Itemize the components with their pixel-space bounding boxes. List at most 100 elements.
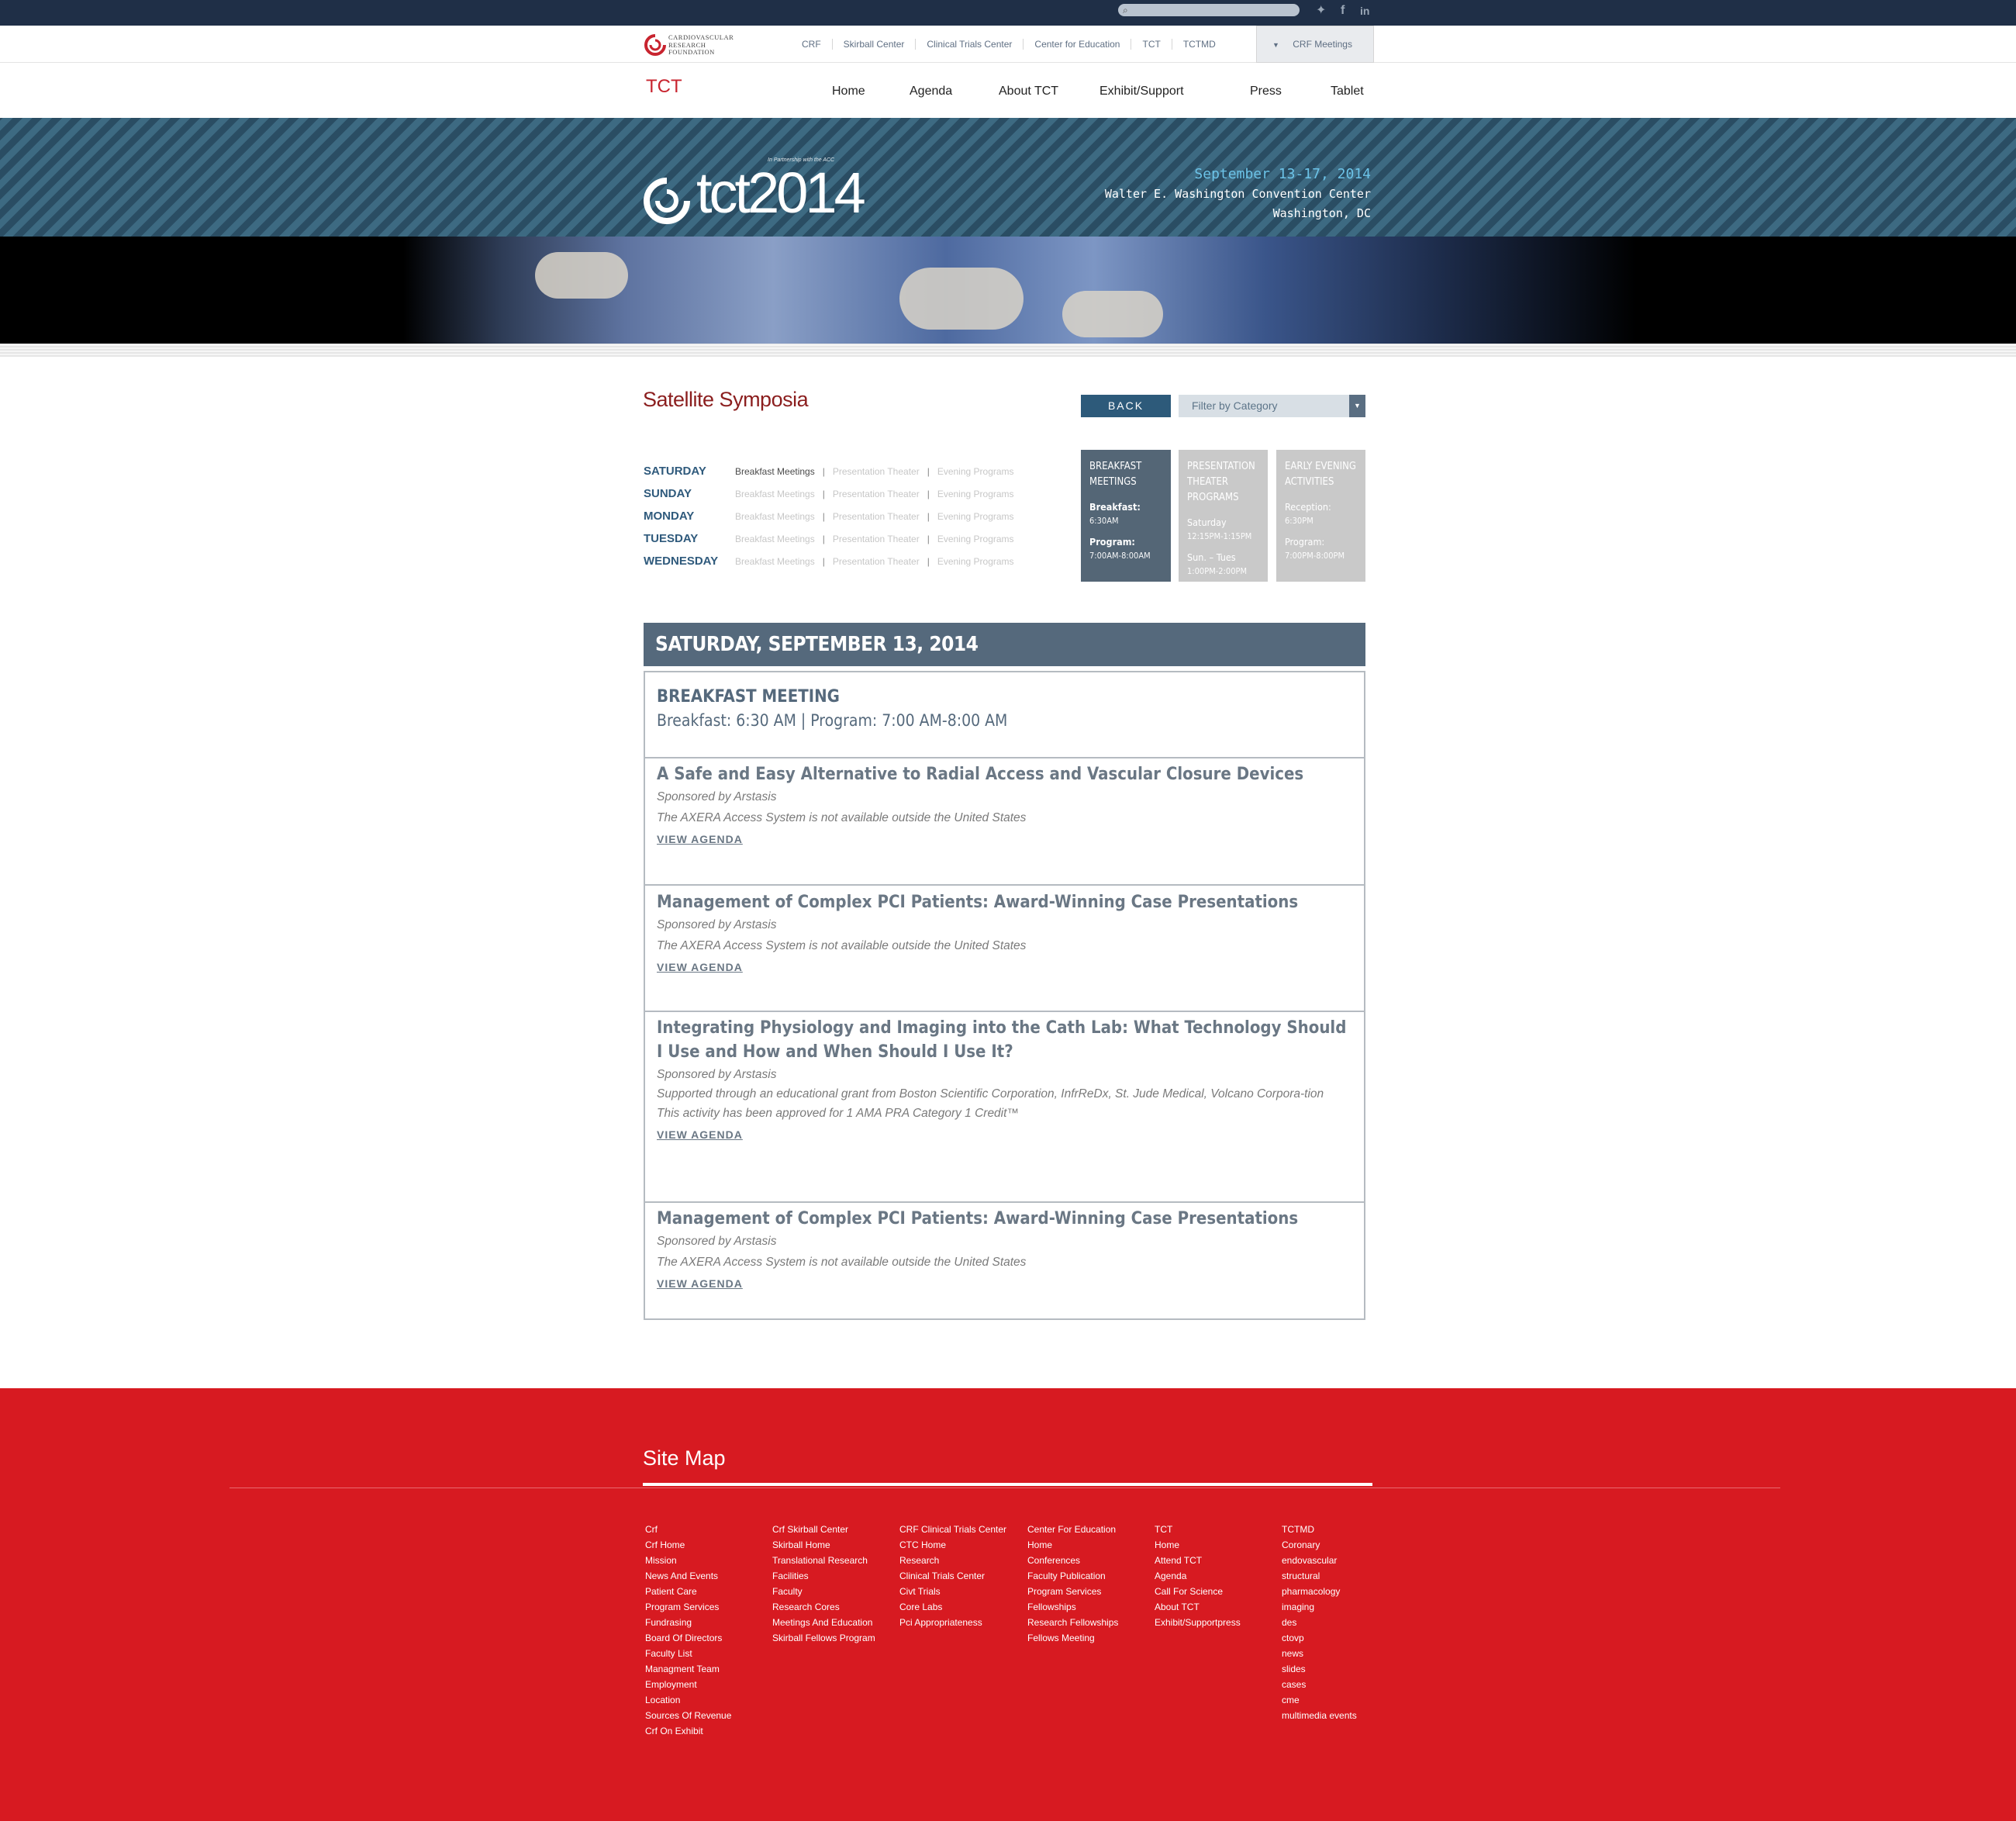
tct-brand[interactable]: TCT <box>646 76 682 98</box>
sitemap-link[interactable]: Crf Skirball Center <box>772 1522 875 1537</box>
day-label[interactable]: WEDNESDAY <box>644 555 718 568</box>
sitemap-link[interactable]: Skirball Fellows Program <box>772 1630 875 1646</box>
filter-by-category-select[interactable]: Filter by Category ▼ <box>1179 395 1365 417</box>
sitemap-link[interactable]: Crf On Exhibit <box>645 1723 731 1739</box>
sitemap-link[interactable]: Faculty List <box>645 1646 731 1661</box>
sitemap-link[interactable]: structural <box>1282 1568 1357 1584</box>
sitemap-link[interactable]: Fellowships <box>1027 1599 1118 1615</box>
sitemap-link[interactable]: Skirball Home <box>772 1537 875 1553</box>
nav-exhibit-support[interactable]: Exhibit/Support <box>1099 85 1184 98</box>
linkedin-icon[interactable]: in <box>1360 3 1369 19</box>
day-link-presentation[interactable]: Presentation Theater <box>833 489 920 499</box>
category-early-evening[interactable]: Early Evening Activities Reception: 6:30… <box>1276 450 1365 582</box>
day-link-evening[interactable]: Evening Programs <box>937 466 1014 477</box>
sitemap-link[interactable]: TCTMD <box>1282 1522 1357 1537</box>
sitemap-link[interactable]: Attend TCT <box>1155 1553 1241 1568</box>
sitemap-link[interactable]: imaging <box>1282 1599 1357 1615</box>
sitemap-link[interactable]: Faculty <box>772 1584 875 1599</box>
back-button[interactable]: BACK <box>1081 395 1171 417</box>
sitemap-link[interactable]: Translational Research <box>772 1553 875 1568</box>
site-link-tctmd[interactable]: TCTMD <box>1171 39 1227 50</box>
session-title[interactable]: Management of Complex PCI Patients: Awar… <box>657 1207 1352 1231</box>
site-link-skirball[interactable]: Skirball Center <box>831 39 916 50</box>
session-title[interactable]: Management of Complex PCI Patients: Awar… <box>657 890 1352 914</box>
day-link-evening[interactable]: Evening Programs <box>937 511 1014 522</box>
sitemap-link[interactable]: Research Cores <box>772 1599 875 1615</box>
sitemap-link[interactable]: Board Of Directors <box>645 1630 731 1646</box>
day-link-breakfast[interactable]: Breakfast Meetings <box>735 489 815 499</box>
sitemap-link[interactable]: Conferences <box>1027 1553 1118 1568</box>
site-link-education[interactable]: Center for Education <box>1023 39 1131 50</box>
site-link-tct[interactable]: TCT <box>1131 39 1171 50</box>
session-title[interactable]: A Safe and Easy Alternative to Radial Ac… <box>657 762 1352 786</box>
day-link-breakfast[interactable]: Breakfast Meetings <box>735 466 815 477</box>
sitemap-link[interactable]: Facilities <box>772 1568 875 1584</box>
sitemap-link[interactable]: Agenda <box>1155 1568 1241 1584</box>
day-label[interactable]: SUNDAY <box>644 487 692 500</box>
day-link-presentation[interactable]: Presentation Theater <box>833 534 920 544</box>
sitemap-link[interactable]: Civt Trials <box>899 1584 1006 1599</box>
sitemap-link[interactable]: Coronary <box>1282 1537 1357 1553</box>
sitemap-link[interactable]: TCT <box>1155 1522 1241 1537</box>
day-label[interactable]: SATURDAY <box>644 465 706 478</box>
sitemap-link[interactable]: Meetings And Education <box>772 1615 875 1630</box>
sitemap-link[interactable]: Mission <box>645 1553 731 1568</box>
day-link-presentation[interactable]: Presentation Theater <box>833 466 920 477</box>
sitemap-link[interactable]: CTC Home <box>899 1537 1006 1553</box>
day-link-presentation[interactable]: Presentation Theater <box>833 556 920 567</box>
day-label[interactable]: TUESDAY <box>644 532 698 545</box>
nav-about-tct[interactable]: About TCT <box>999 85 1058 98</box>
sitemap-link[interactable]: Core Labs <box>899 1599 1006 1615</box>
sitemap-link[interactable]: Exhibit/Supportpress <box>1155 1615 1241 1630</box>
sitemap-link[interactable]: cme <box>1282 1692 1357 1708</box>
view-agenda-link[interactable]: VIEW AGENDA <box>657 1277 743 1290</box>
day-link-presentation[interactable]: Presentation Theater <box>833 511 920 522</box>
sitemap-link[interactable]: news <box>1282 1646 1357 1661</box>
category-breakfast-meetings[interactable]: Breakfast Meetings Breakfast: 6:30AM Pro… <box>1081 450 1171 582</box>
day-link-breakfast[interactable]: Breakfast Meetings <box>735 556 815 567</box>
sitemap-link[interactable]: slides <box>1282 1661 1357 1677</box>
view-agenda-link[interactable]: VIEW AGENDA <box>657 833 743 845</box>
sitemap-link[interactable]: Research Fellowships <box>1027 1615 1118 1630</box>
session-title[interactable]: Integrating Physiology and Imaging into … <box>657 1016 1355 1064</box>
search-box[interactable]: ⌕ <box>1118 4 1300 16</box>
nav-press[interactable]: Press <box>1250 85 1282 98</box>
nav-tablet[interactable]: Tablet <box>1331 85 1364 98</box>
day-link-evening[interactable]: Evening Programs <box>937 556 1014 567</box>
sitemap-link[interactable]: ctovp <box>1282 1630 1357 1646</box>
sitemap-link[interactable]: Home <box>1027 1537 1118 1553</box>
nav-home[interactable]: Home <box>832 85 865 98</box>
sitemap-link[interactable]: Fundrasing <box>645 1615 731 1630</box>
site-link-crf[interactable]: CRF <box>799 39 832 50</box>
day-link-breakfast[interactable]: Breakfast Meetings <box>735 534 815 544</box>
sitemap-link[interactable]: Location <box>645 1692 731 1708</box>
twitter-icon[interactable]: ✦ <box>1316 3 1326 19</box>
search-input[interactable] <box>1135 4 1290 16</box>
sitemap-link[interactable]: Clinical Trials Center <box>899 1568 1006 1584</box>
sitemap-link[interactable]: CRF Clinical Trials Center <box>899 1522 1006 1537</box>
sitemap-link[interactable]: News And Events <box>645 1568 731 1584</box>
view-agenda-link[interactable]: VIEW AGENDA <box>657 961 743 973</box>
sitemap-link[interactable]: endovascular <box>1282 1553 1357 1568</box>
crf-meetings-dropdown[interactable]: ▼ CRF Meetings <box>1256 26 1374 63</box>
day-link-evening[interactable]: Evening Programs <box>937 489 1014 499</box>
day-link-evening[interactable]: Evening Programs <box>937 534 1014 544</box>
day-link-breakfast[interactable]: Breakfast Meetings <box>735 511 815 522</box>
sitemap-link[interactable]: cases <box>1282 1677 1357 1692</box>
sitemap-link[interactable]: Program Services <box>645 1599 731 1615</box>
sitemap-link[interactable]: About TCT <box>1155 1599 1241 1615</box>
category-presentation-theater[interactable]: Presentation Theater Programs Saturday 1… <box>1179 450 1268 582</box>
nav-agenda[interactable]: Agenda <box>910 85 952 98</box>
site-link-clinical-trials[interactable]: Clinical Trials Center <box>915 39 1023 50</box>
sitemap-link[interactable]: Crf Home <box>645 1537 731 1553</box>
sitemap-link[interactable]: des <box>1282 1615 1357 1630</box>
sitemap-link[interactable]: Managment Team <box>645 1661 731 1677</box>
sitemap-link[interactable]: Faculty Publication <box>1027 1568 1118 1584</box>
view-agenda-link[interactable]: VIEW AGENDA <box>657 1128 743 1141</box>
sitemap-link[interactable]: Patient Care <box>645 1584 731 1599</box>
sitemap-link[interactable]: multimedia events <box>1282 1708 1357 1723</box>
facebook-icon[interactable]: f <box>1341 3 1345 19</box>
sitemap-link[interactable]: Fellows Meeting <box>1027 1630 1118 1646</box>
sitemap-link[interactable]: Research <box>899 1553 1006 1568</box>
sitemap-link[interactable]: Pci Appropriateness <box>899 1615 1006 1630</box>
